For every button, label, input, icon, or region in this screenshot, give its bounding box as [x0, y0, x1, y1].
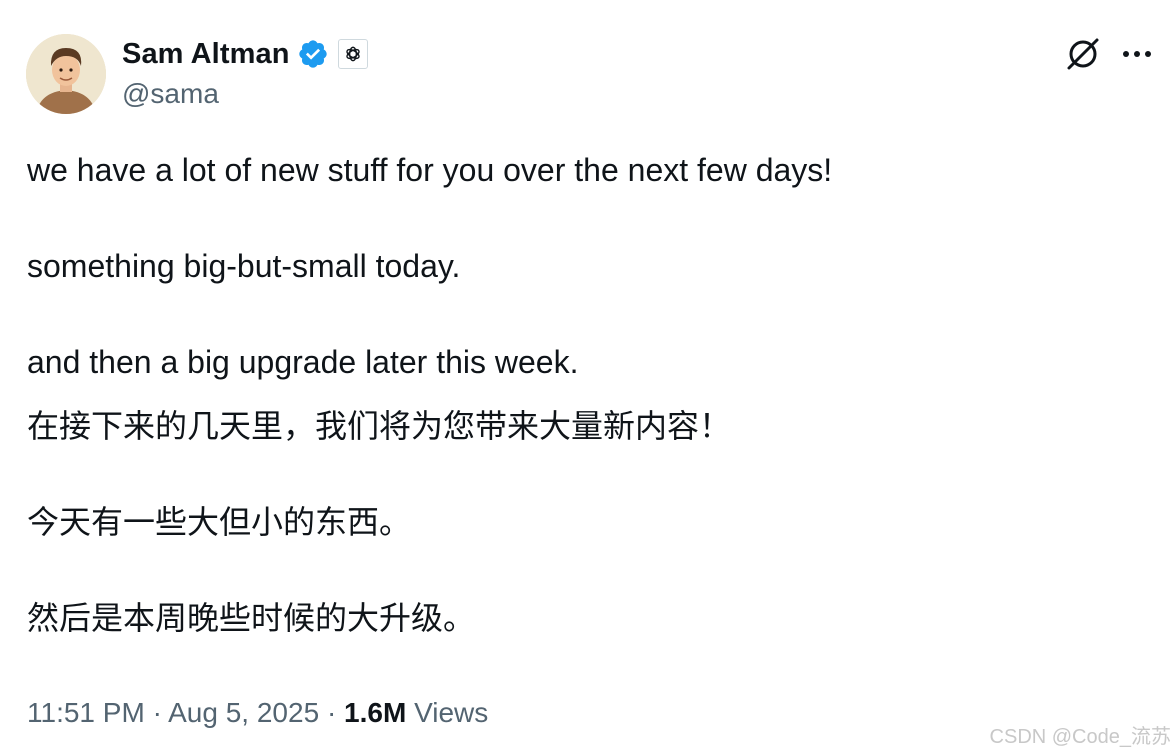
tweet-header-actions: [1063, 34, 1157, 74]
tweet-text-line-translated: 在接下来的几天里，我们将为您带来大量新内容！: [27, 408, 732, 444]
views-link[interactable]: 1.6M Views: [344, 697, 488, 728]
avatar-image: [26, 34, 106, 114]
views-label: Views: [414, 697, 489, 728]
verified-badge-icon[interactable]: [296, 37, 330, 71]
meta-separator: ·: [326, 697, 337, 728]
tweet-text-line: we have a lot of new stuff for you over …: [27, 152, 833, 188]
tweet-time: 11:51 PM: [27, 697, 145, 728]
tweet-text-line-translated: 今天有一些大但小的东西。: [27, 504, 412, 540]
openai-logo-icon[interactable]: [337, 39, 368, 69]
more-horizontal-icon[interactable]: [1117, 34, 1157, 74]
author-display-name[interactable]: Sam Altman: [122, 38, 290, 71]
watermark: CSDN @Code_流苏: [989, 726, 1171, 748]
grok-icon[interactable]: [1063, 34, 1103, 74]
tweet-time-link[interactable]: 11:51 PM · Aug 5, 2025: [27, 697, 319, 728]
tweet-text-line: and then a big upgrade later this week.: [27, 344, 579, 380]
tweet-text-line-translated: 然后是本周晚些时候的大升级。: [27, 600, 476, 636]
avatar[interactable]: [26, 34, 106, 114]
author-handle[interactable]: @sama: [122, 78, 219, 110]
meta-separator: ·: [152, 697, 162, 728]
tweet-text-line: something big-but-small today.: [27, 248, 461, 284]
tweet-meta: 11:51 PM · Aug 5, 2025 · 1.6M Views: [27, 694, 488, 732]
views-count: 1.6M: [344, 697, 407, 728]
tweet-date: Aug 5, 2025: [168, 697, 320, 728]
author-name-row: Sam Altman: [122, 34, 368, 74]
